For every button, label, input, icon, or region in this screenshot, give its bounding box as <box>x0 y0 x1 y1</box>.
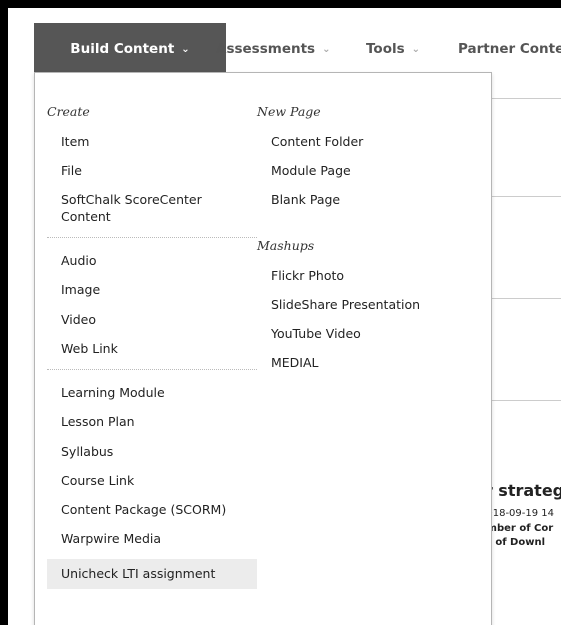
menu-item-web-link[interactable]: Web Link <box>61 340 118 357</box>
menu-item-video[interactable]: Video <box>61 311 96 328</box>
section-heading-create: Create <box>47 104 90 119</box>
menu-item-item[interactable]: Item <box>61 133 89 150</box>
partner-content-label: Partner Conte <box>458 41 561 57</box>
page-frame: Build Content ⌄ Assessments ⌄ Tools ⌄ Pa… <box>8 8 561 625</box>
assessments-label: Assessments <box>216 41 316 57</box>
tools-button[interactable]: Tools ⌄ <box>366 23 420 75</box>
tools-label: Tools <box>366 41 405 57</box>
section-heading-mashups: Mashups <box>257 238 315 253</box>
menu-item-content-package[interactable]: Content Package (SCORM) <box>61 501 226 518</box>
menu-item-lesson-plan[interactable]: Lesson Plan <box>61 413 135 430</box>
menu-item-flickr-photo[interactable]: Flickr Photo <box>271 267 344 284</box>
menu-item-file[interactable]: File <box>61 162 82 179</box>
build-content-label: Build Content <box>70 41 175 57</box>
build-content-button[interactable]: Build Content ⌄ <box>34 23 226 75</box>
menu-item-course-link[interactable]: Course Link <box>61 472 134 489</box>
chevron-down-icon: ⌄ <box>181 43 190 55</box>
menu-item-content-folder[interactable]: Content Folder <box>271 133 363 150</box>
menu-item-blank-page[interactable]: Blank Page <box>271 191 340 208</box>
menu-item-softchalk[interactable]: SoftChalk ScoreCenter Content <box>61 191 221 225</box>
separator <box>47 237 257 238</box>
menu-item-medial[interactable]: MEDIAL <box>271 354 319 371</box>
menu-item-audio[interactable]: Audio <box>61 252 97 269</box>
menu-item-module-page[interactable]: Module Page <box>271 162 351 179</box>
chevron-down-icon: ⌄ <box>322 43 331 55</box>
menu-item-unicheck-lti[interactable]: Unicheck LTI assignment <box>61 565 215 582</box>
menu-item-syllabus[interactable]: Syllabus <box>61 443 113 460</box>
partner-content-button[interactable]: Partner Conte <box>458 23 561 75</box>
build-content-menu: Create Item File SoftChalk ScoreCenter C… <box>34 72 492 625</box>
chevron-down-icon: ⌄ <box>411 43 421 55</box>
separator <box>47 369 257 370</box>
menu-item-learning-module[interactable]: Learning Module <box>61 384 165 401</box>
assessments-button[interactable]: Assessments ⌄ <box>216 23 330 75</box>
menu-item-warpwire-media[interactable]: Warpwire Media <box>61 530 161 547</box>
menu-item-youtube-video[interactable]: YouTube Video <box>271 325 361 342</box>
menu-item-image[interactable]: Image <box>61 281 100 298</box>
section-heading-new-page: New Page <box>257 104 321 119</box>
menu-item-slideshare[interactable]: SlideShare Presentation <box>271 296 420 313</box>
